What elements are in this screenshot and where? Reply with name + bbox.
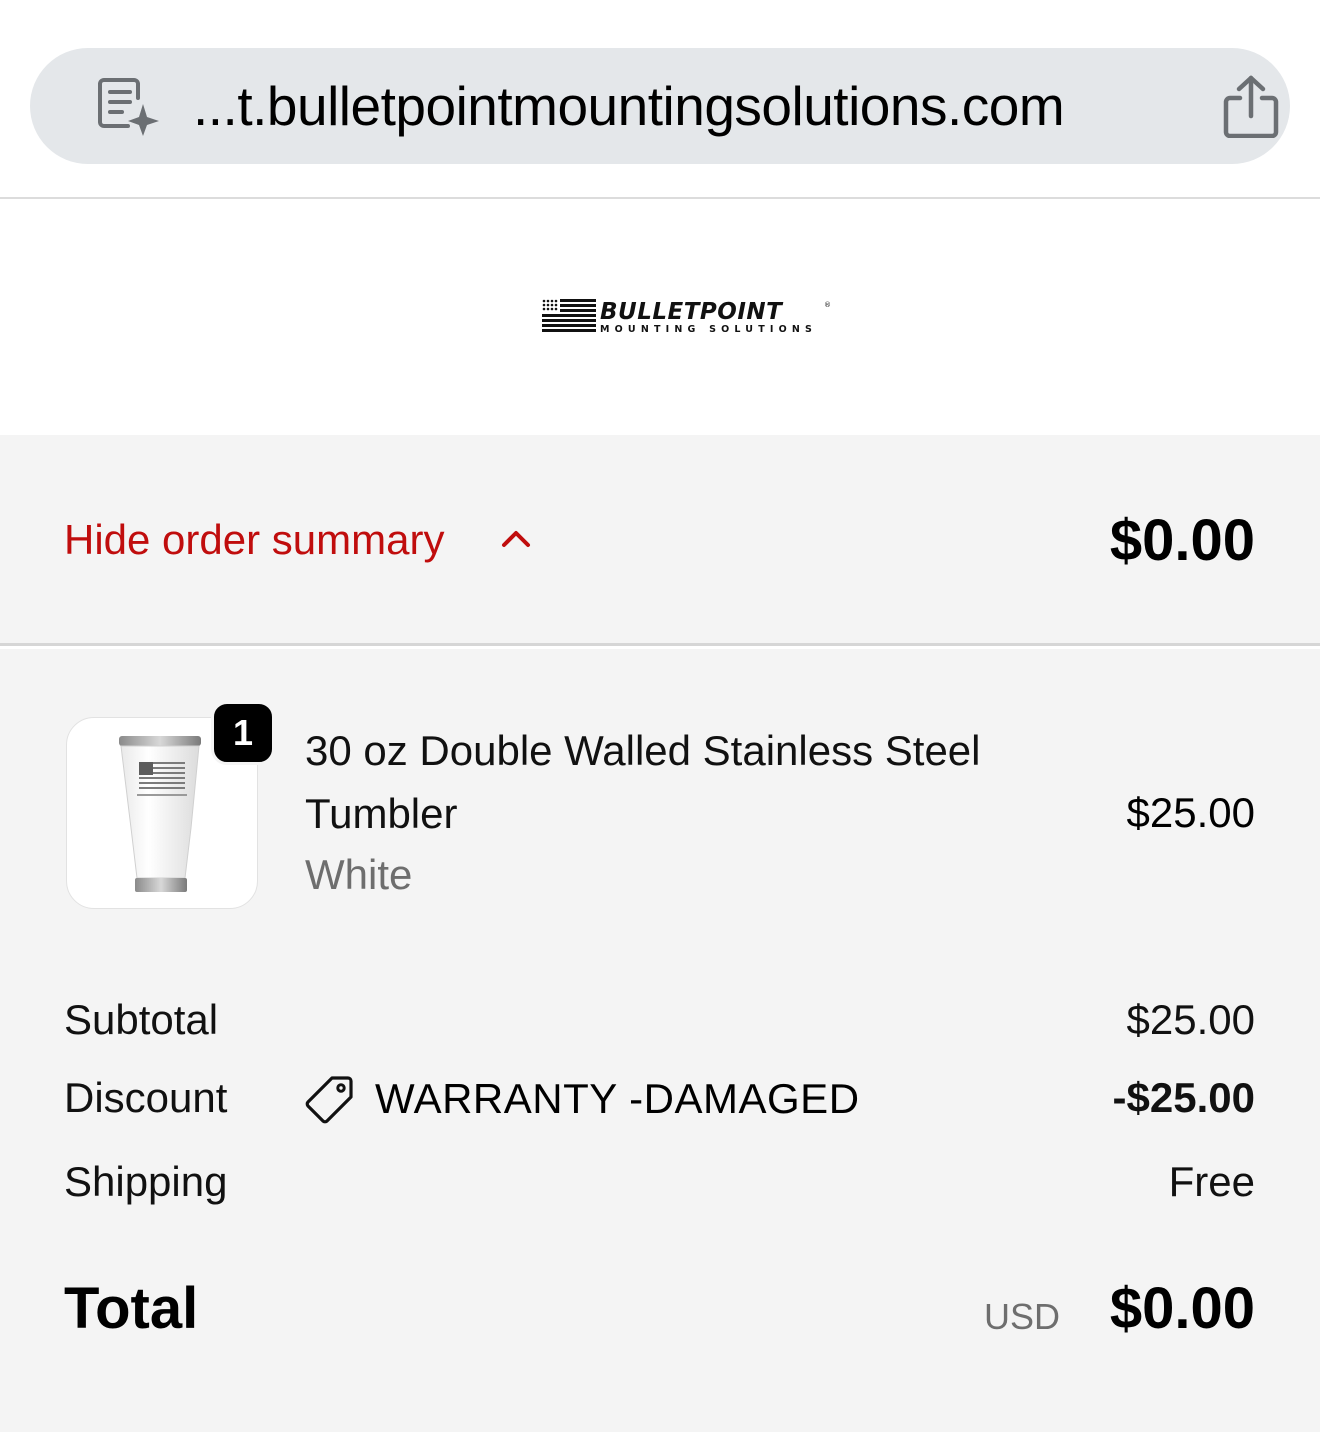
tag-icon bbox=[305, 1076, 353, 1124]
discount-code-tag: WARRANTY -DAMAGED bbox=[305, 1073, 860, 1125]
subtotal-label: Subtotal bbox=[64, 996, 219, 1043]
store-header: BULLETPOINT ® MOUNTING SOLUTIONS bbox=[0, 201, 1320, 435]
discount-value: -$25.00 bbox=[1112, 1074, 1255, 1121]
bulletpoint-logo[interactable]: BULLETPOINT ® MOUNTING SOLUTIONS bbox=[540, 297, 832, 337]
order-summary-toggle[interactable]: Hide order summary $0.00 bbox=[0, 435, 1320, 646]
url-text[interactable]: ...t.bulletpointmountingsolutions.com bbox=[193, 76, 1193, 136]
product-price: $25.00 bbox=[1126, 789, 1255, 836]
product-variant: White bbox=[305, 851, 413, 898]
discount-code-text: WARRANTY -DAMAGED bbox=[375, 1075, 860, 1122]
logo-brand-text: BULLETPOINT bbox=[600, 299, 784, 325]
share-icon[interactable] bbox=[1220, 74, 1282, 138]
logo-tagline-text: MOUNTING SOLUTIONS bbox=[600, 324, 817, 335]
total-value: $0.00 bbox=[1109, 1276, 1255, 1341]
currency-code: USD bbox=[984, 1296, 1061, 1337]
product-name: 30 oz Double Walled Stainless Steel Tumb… bbox=[305, 727, 981, 837]
address-bar[interactable]: ...t.bulletpointmountingsolutions.com bbox=[30, 48, 1290, 164]
discount-label: Discount bbox=[64, 1074, 228, 1121]
summary-total-amount: $0.00 bbox=[1109, 508, 1255, 573]
quantity-badge: 1 bbox=[211, 701, 275, 765]
chevron-up-icon[interactable] bbox=[500, 527, 532, 551]
logo-registered-mark: ® bbox=[824, 301, 831, 309]
subtotal-value: $25.00 bbox=[1126, 996, 1255, 1043]
order-summary-panel: 1 30 oz Double Walled Stainless Steel Tu… bbox=[0, 649, 1320, 1432]
hide-order-summary-link[interactable]: Hide order summary bbox=[64, 515, 444, 565]
shipping-label: Shipping bbox=[64, 1158, 228, 1205]
shipping-value: Free bbox=[1168, 1158, 1255, 1205]
total-label: Total bbox=[64, 1276, 199, 1341]
browser-top-bar: ...t.bulletpointmountingsolutions.com bbox=[0, 0, 1320, 199]
reader-summary-icon[interactable] bbox=[96, 72, 160, 136]
